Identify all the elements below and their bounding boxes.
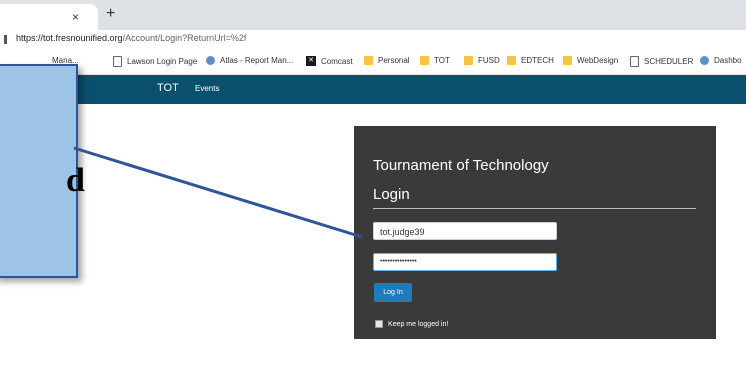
browser-tab[interactable]: ×: [0, 4, 98, 30]
site-navbar: TOT Events: [0, 75, 746, 104]
remember-checkbox[interactable]: [375, 320, 383, 328]
comcast-icon: ✕: [306, 56, 316, 66]
username-input[interactable]: tot.judge39: [373, 222, 557, 240]
bookmark-item[interactable]: ✕ Comcast: [306, 56, 353, 66]
bookmark-item[interactable]: Lawson Login Page: [113, 56, 197, 67]
address-bar[interactable]: https://tot.fresnounified.org/Account/Lo…: [0, 30, 746, 50]
nav-events-link[interactable]: Events: [195, 84, 219, 93]
folder-icon: [563, 56, 572, 65]
bookmark-label: Comcast: [321, 56, 353, 66]
page-icon: [113, 56, 122, 67]
bookmark-folder[interactable]: WebDesign: [563, 56, 618, 65]
bookmark-label: WebDesign: [577, 56, 619, 65]
folder-icon: [364, 56, 373, 65]
folder-icon: [507, 56, 516, 65]
page-icon: [630, 56, 639, 67]
callout-box: d: [0, 64, 85, 278]
bookmark-item[interactable]: Atlas - Report Man...: [206, 56, 293, 65]
bookmark-label: Personal: [378, 56, 410, 65]
url-text[interactable]: https://tot.fresnounified.org/Account/Lo…: [16, 33, 246, 43]
nav-brand-link[interactable]: TOT: [157, 82, 179, 94]
bookmark-label: SCHEDULER: [644, 57, 694, 66]
bookmark-folder[interactable]: EDTECH: [507, 56, 554, 65]
info-icon[interactable]: [4, 35, 7, 44]
bookmark-item[interactable]: Dashbo: [700, 56, 742, 65]
bookmark-label: FUSD: [478, 56, 500, 65]
password-input[interactable]: •••••••••••••••: [373, 253, 557, 271]
panel-title: Tournament of Technology: [373, 157, 549, 174]
bookmark-label: Atlas - Report Man...: [220, 56, 294, 65]
bookmark-label: Lawson Login Page: [127, 57, 198, 66]
new-tab-button[interactable]: +: [106, 6, 115, 22]
divider: [373, 208, 696, 209]
atlas-icon: [700, 56, 709, 65]
bookmark-folder[interactable]: Personal: [364, 56, 410, 65]
folder-icon: [464, 56, 473, 65]
bookmark-folder[interactable]: TOT: [420, 56, 450, 65]
bookmark-item[interactable]: SCHEDULER: [630, 56, 693, 67]
browser-tabstrip: × +: [0, 0, 746, 30]
folder-icon: [420, 56, 429, 65]
login-heading: Login: [373, 186, 410, 203]
login-panel: Tournament of Technology Login tot.judge…: [354, 126, 716, 339]
atlas-icon: [206, 56, 215, 65]
bookmark-label: Dashbo: [714, 56, 742, 65]
bookmark-label: EDTECH: [521, 56, 554, 65]
bookmarks-bar: Mana... Lawson Login Page Atlas - Report…: [0, 50, 746, 75]
bookmark-folder[interactable]: FUSD: [464, 56, 500, 65]
remember-me[interactable]: Keep me logged in!: [375, 320, 448, 328]
login-button[interactable]: Log In: [374, 283, 412, 302]
close-icon[interactable]: ×: [72, 9, 79, 25]
remember-label: Keep me logged in!: [388, 320, 449, 328]
bookmark-label: TOT: [434, 56, 450, 65]
callout-text: d: [66, 162, 85, 199]
